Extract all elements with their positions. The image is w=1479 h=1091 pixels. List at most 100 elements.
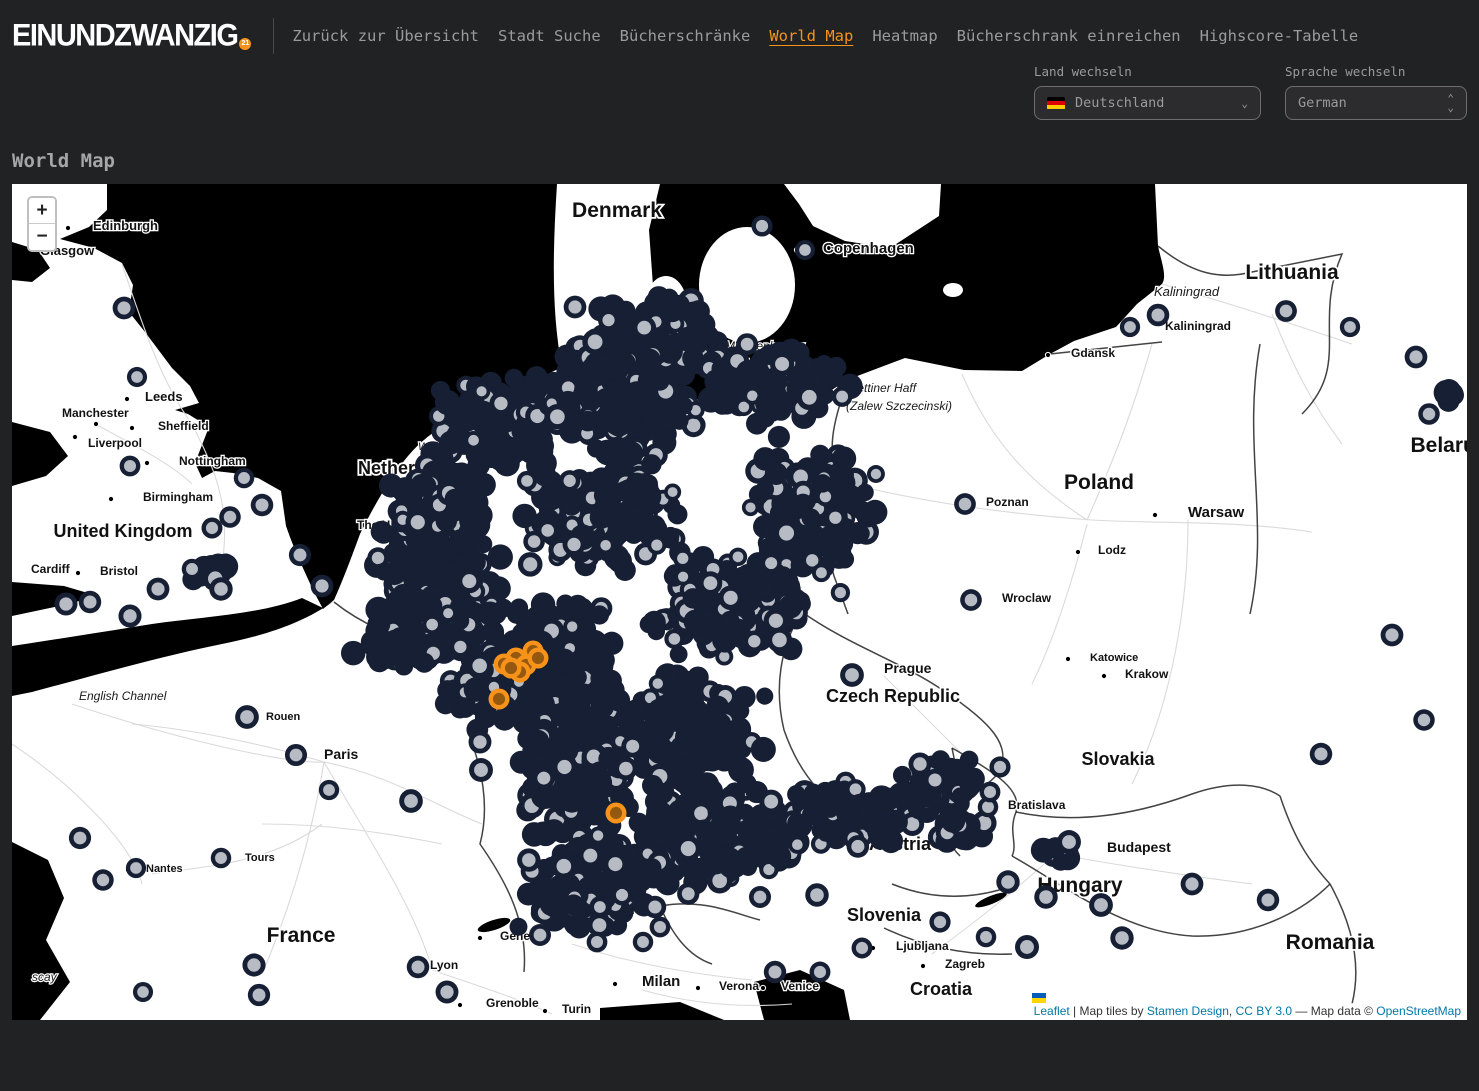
map-marker[interactable] <box>1418 403 1440 425</box>
map-marker[interactable] <box>1310 743 1333 766</box>
map-marker[interactable] <box>133 982 153 1002</box>
map-marker[interactable] <box>960 589 982 611</box>
map-marker[interactable] <box>285 744 307 766</box>
country-select[interactable]: Deutschland ⌄ <box>1034 86 1261 120</box>
map-label-city: Turin <box>562 1002 591 1016</box>
map-marker[interactable] <box>289 544 311 566</box>
map-marker[interactable] <box>587 932 608 953</box>
map-marker[interactable] <box>650 917 671 938</box>
map-marker[interactable] <box>929 911 950 932</box>
map-marker[interactable] <box>219 506 241 528</box>
map-marker[interactable] <box>1275 300 1297 322</box>
map-marker[interactable] <box>209 577 232 600</box>
map-marker[interactable] <box>529 924 551 946</box>
map-marker[interactable] <box>1057 830 1081 854</box>
map-marker[interactable] <box>118 604 141 627</box>
brand-logo[interactable]: EINUNDZWANZIG 21 <box>12 20 251 53</box>
osm-link[interactable]: OpenStreetMap <box>1376 1004 1461 1018</box>
map-marker[interactable] <box>976 927 997 948</box>
map-label-country: Belarus <box>1410 434 1467 457</box>
nav-item-uebersicht[interactable]: Zurück zur Übersicht <box>292 27 479 45</box>
zoom-out-button[interactable]: − <box>29 224 55 250</box>
map-marker[interactable] <box>805 883 828 906</box>
map-marker[interactable] <box>1405 346 1428 369</box>
map-marker[interactable] <box>954 493 976 515</box>
map-marker[interactable] <box>201 517 222 538</box>
zoom-control: + − <box>27 196 57 252</box>
nav-item-highscore[interactable]: Highscore-Tabelle <box>1200 27 1359 45</box>
leaflet-link[interactable]: Leaflet <box>1034 1004 1070 1018</box>
map-marker[interactable] <box>633 932 653 952</box>
map-marker[interactable] <box>564 296 587 319</box>
map-marker[interactable] <box>840 663 864 687</box>
map-marker[interactable] <box>147 578 170 601</box>
nav-item-heatmap[interactable]: Heatmap <box>872 27 937 45</box>
orange-marker[interactable] <box>606 803 627 824</box>
map-marker[interactable] <box>469 758 493 782</box>
zoom-in-button[interactable]: + <box>29 198 55 224</box>
map-marker[interactable] <box>211 848 231 868</box>
map-marker[interactable] <box>1110 926 1133 949</box>
nav-item-stadt-suche[interactable]: Stadt Suche <box>498 27 601 45</box>
map-marker[interactable] <box>908 752 931 775</box>
orange-marker[interactable] <box>501 658 522 679</box>
map-marker[interactable] <box>989 756 1010 777</box>
map-marker[interactable] <box>469 731 492 754</box>
map-marker[interactable] <box>1015 935 1039 959</box>
map-marker[interactable] <box>749 886 771 908</box>
map-label-city: Manchester <box>62 406 129 420</box>
map-label-city: Birmingham <box>143 490 213 504</box>
map-marker[interactable] <box>55 593 78 616</box>
map-marker[interactable] <box>113 297 136 320</box>
map-marker[interactable] <box>1257 889 1279 911</box>
cc-license-link[interactable]: CC BY 3.0 <box>1236 1004 1292 1018</box>
map-marker[interactable] <box>612 885 633 906</box>
map-marker[interactable] <box>120 456 141 477</box>
map-marker[interactable] <box>996 870 1019 893</box>
map-marker[interactable] <box>92 869 113 890</box>
map-marker[interactable] <box>1381 624 1404 647</box>
map-marker[interactable] <box>751 215 772 236</box>
map-marker[interactable] <box>436 981 459 1004</box>
map-marker[interactable] <box>69 827 91 849</box>
map-marker[interactable] <box>182 559 203 580</box>
map-marker[interactable] <box>1147 304 1170 327</box>
chevron-updown-icon: ⌃⌄ <box>1447 94 1454 112</box>
map-marker[interactable] <box>235 705 259 729</box>
map-marker[interactable] <box>319 780 339 800</box>
map-marker[interactable] <box>795 240 815 260</box>
map-marker[interactable] <box>1413 709 1434 730</box>
map-marker[interactable] <box>311 575 334 598</box>
map-marker[interactable] <box>251 494 274 517</box>
map-marker[interactable] <box>248 984 270 1006</box>
orange-marker[interactable] <box>489 689 510 710</box>
map-marker[interactable] <box>1034 885 1057 908</box>
map-marker[interactable] <box>1181 873 1204 896</box>
map-marker[interactable] <box>234 468 254 488</box>
map-marker[interactable] <box>1120 317 1140 337</box>
nav-item-einreichen[interactable]: Bücherschrank einreichen <box>957 27 1181 45</box>
map-canvas[interactable]: DenmarkLithuaniaBelarusPolandUnited King… <box>12 184 1467 1020</box>
nav-item-buecherschraenke[interactable]: Bücherschränke <box>620 27 751 45</box>
map-marker[interactable] <box>1089 893 1113 917</box>
map-marker[interactable] <box>127 367 147 387</box>
map-marker[interactable] <box>764 961 786 983</box>
german-flag-icon <box>1047 97 1065 110</box>
orange-marker[interactable] <box>528 648 549 669</box>
world-map[interactable]: DenmarkLithuaniaBelarusPolandUnited King… <box>12 184 1467 1020</box>
map-marker[interactable] <box>1340 317 1360 337</box>
map-marker[interactable] <box>407 956 430 979</box>
map-label-city: Budapest <box>1107 839 1171 855</box>
map-marker[interactable] <box>79 591 101 613</box>
map-marker[interactable] <box>980 782 1001 803</box>
map-marker[interactable] <box>852 938 873 959</box>
stamen-link[interactable]: Stamen Design <box>1147 1004 1229 1018</box>
map-marker[interactable] <box>810 962 831 983</box>
map-marker[interactable] <box>644 896 666 918</box>
map-marker[interactable] <box>242 953 265 976</box>
language-select[interactable]: German ⌃⌄ <box>1285 86 1467 120</box>
map-marker[interactable] <box>399 789 423 813</box>
nav-item-world-map[interactable]: World Map <box>769 27 853 45</box>
map-marker[interactable] <box>126 858 146 878</box>
map-label-city: Grenoble <box>486 996 539 1010</box>
